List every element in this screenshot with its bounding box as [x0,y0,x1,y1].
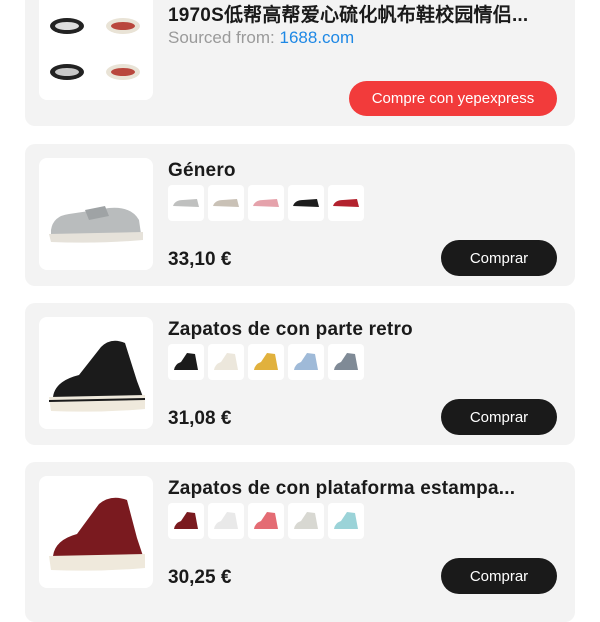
buy-button[interactable]: Comprar [441,558,557,594]
product-title: 1970S低帮高帮爱心硫化帆布鞋校园情侣... [168,5,529,26]
product-card: Zapatos de con parte retro 31,08 € Compr… [25,303,575,445]
product-image[interactable] [39,158,153,270]
variant-swatch[interactable] [288,344,324,380]
product-title: Género [168,160,236,181]
source-link[interactable]: 1688.com [280,28,355,47]
product-card-top: 1970S低帮高帮爱心硫化帆布鞋校园情侣... Sourced from: 16… [25,0,575,126]
product-card: Zapatos de con plataforma estampa... 30,… [25,462,575,622]
variant-swatch[interactable] [288,503,324,539]
variant-swatch[interactable] [168,185,204,221]
product-title: Zapatos de con parte retro [168,319,413,340]
buy-with-yepexpress-button[interactable]: Compre con yepexpress [349,81,557,116]
variant-swatch[interactable] [248,344,284,380]
variant-list [168,344,364,380]
buy-button[interactable]: Comprar [441,399,557,435]
variant-swatch[interactable] [168,344,204,380]
variant-swatch[interactable] [208,185,244,221]
variant-swatch[interactable] [328,503,364,539]
variant-swatch[interactable] [328,344,364,380]
variant-swatch[interactable] [248,503,284,539]
variant-swatch[interactable] [288,185,324,221]
buy-button[interactable]: Comprar [441,240,557,276]
variant-swatch[interactable] [208,503,244,539]
variant-swatch[interactable] [328,185,364,221]
variant-list [168,503,364,539]
product-title: Zapatos de con plataforma estampa... [168,478,516,499]
product-image[interactable] [39,476,153,588]
product-price: 33,10 € [168,249,232,270]
product-card: Género 33,10 € Comprar [25,144,575,286]
product-price: 30,25 € [168,567,232,588]
product-image[interactable] [39,317,153,429]
variant-swatch[interactable] [248,185,284,221]
variant-swatch[interactable] [208,344,244,380]
source-line: Sourced from: 1688.com [168,28,354,48]
sneaker-thumbnail-grid [50,18,140,80]
product-price: 31,08 € [168,408,232,429]
variant-swatch[interactable] [168,503,204,539]
product-image[interactable] [39,0,153,100]
variant-list [168,185,364,221]
source-label: Sourced from: [168,28,275,47]
